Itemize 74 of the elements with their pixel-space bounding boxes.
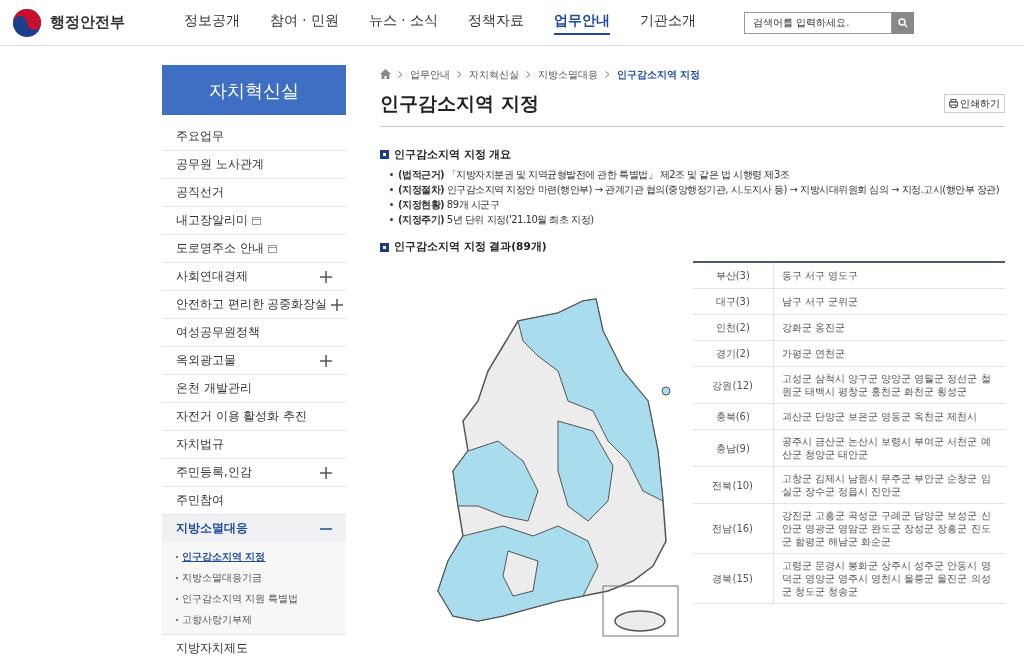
square-bullet-icon	[380, 149, 389, 159]
sidebar-item[interactable]: 지방소멸대응	[162, 515, 346, 542]
breadcrumb-link[interactable]: 인구감소지역 지정	[617, 66, 701, 82]
table-cell: 가평군 연천군	[773, 340, 1005, 367]
sidebar-item[interactable]: 온천 개발관리	[162, 375, 346, 402]
table-cell: 고성군 삼척시 양구군 양양군 영월군 정선군 철원군 태백시 평창군 홍천군 화천군 횡성군	[773, 366, 1005, 404]
sidebar-item[interactable]: 안전하고 편리한 공중화장실	[162, 291, 346, 318]
page-title: 인구감소지역 지정	[380, 91, 539, 116]
nav-link[interactable]: 정책자료	[467, 10, 524, 35]
sidebar-item[interactable]: 자치법규	[162, 431, 346, 458]
sidebar-item[interactable]: 주민등록,인감	[162, 459, 346, 486]
nav-link[interactable]: 뉴스 · 소식	[368, 10, 438, 35]
table-cell: 강화군 옹진군	[773, 314, 1005, 341]
breadcrumb-link[interactable]: 자치혁신실	[469, 66, 519, 82]
table-cell: 경북(15)	[693, 553, 773, 604]
chevron-right-icon	[526, 70, 531, 78]
nav-link[interactable]: 정보공개	[184, 10, 240, 35]
table-cell: 고창군 김제시 남원시 무주군 부안군 순창군 임실군 장수군 정읍시 진안군	[773, 466, 1005, 504]
sidebar-item[interactable]: 지방자치제도	[162, 635, 346, 658]
table-cell: 부산(3)	[693, 262, 773, 289]
bullet-text: (지정현황) 89개 시군구	[398, 198, 500, 213]
sidebar-item[interactable]: 주민참여	[162, 487, 346, 514]
search-button[interactable]	[892, 11, 914, 34]
sidebar-item[interactable]: 도로명주소 안내	[162, 235, 346, 262]
table-cell: 남구 서구 군위군	[773, 288, 1005, 315]
submenu-link[interactable]: 인구감소지역 지정	[176, 546, 332, 567]
nav-link[interactable]: 업무안내	[553, 10, 610, 35]
section-heading: 인구감소지역 지정 결과(89개)	[394, 239, 547, 255]
sidebar-item[interactable]: 주요업무	[162, 123, 346, 150]
table-cell: 대구(3)	[693, 288, 773, 315]
sidebar-item[interactable]: 여성공무원정책	[162, 319, 346, 346]
search-icon	[898, 17, 908, 28]
printer-icon	[949, 98, 958, 108]
sidebar-item[interactable]: 공무원 노사관계	[162, 151, 346, 178]
table-cell: 전남(16)	[693, 503, 773, 554]
emblem-icon	[12, 7, 42, 38]
sidebar-item[interactable]: 공직선거	[162, 179, 346, 206]
submenu-link[interactable]: 고향사랑기부제	[176, 609, 332, 630]
breadcrumb-link[interactable]: 업무안내	[410, 66, 450, 82]
sidebar-item[interactable]: 내고장알리미	[162, 207, 346, 234]
table-cell: 경기(2)	[693, 340, 773, 367]
nav-link[interactable]: 기관소개	[639, 10, 696, 35]
chevron-right-icon	[457, 70, 462, 78]
print-button[interactable]: 인쇄하기	[944, 93, 1005, 113]
search-field[interactable]: 검색어를 입력하세요.	[744, 11, 892, 34]
section-heading: 인구감소지역 지정 개요	[394, 146, 512, 162]
bullet-text: (지정절차) 인구감소지역 지정안 마련(행안부) → 관계기관 협의(중앙행정기관, 시.도지사 등) → 지방시대위원회 심의 → 지정.고시(행안부 장관)	[398, 183, 1000, 198]
table-cell: 충북(6)	[693, 403, 773, 430]
table-cell: 강진군 고흥군 곡성군 구례군 담양군 보성군 신안군 영광군 영암군 완도군 장성군 장흥군 진도군 함평군 해남군 화순군	[773, 503, 1005, 554]
new-window-icon	[267, 244, 277, 253]
sidebar-title: 자치혁신실	[162, 65, 346, 115]
table-cell: 충남(9)	[693, 429, 773, 467]
breadcrumb-link[interactable]: 지방소멸대응	[538, 66, 598, 82]
sidebar-item[interactable]: 사회연대경제	[162, 263, 346, 290]
sidebar-item[interactable]: 자전거 이용 활성화 추진	[162, 403, 346, 430]
square-bullet-icon	[380, 242, 389, 252]
chevron-right-icon	[605, 70, 610, 78]
nav-link[interactable]: 참여 · 민원	[270, 10, 339, 35]
sidebar-item[interactable]: 옥외광고물	[162, 347, 346, 374]
table-cell: 괴산군 단양군 보은군 영동군 옥천군 제천시	[773, 403, 1005, 430]
bullet-text: (법적근거) 「지방자치분권 및 지역균형발전에 관한 특별법」 제2조 및 같은 법 시행령 제3조	[398, 168, 790, 183]
submenu-link[interactable]: 지방소멸대응기금	[176, 567, 332, 588]
table-cell: 전북(10)	[693, 466, 773, 504]
home-icon	[380, 69, 391, 79]
bullet-text: (지정주기) 5년 단위 지정('21.10월 최초 지정)	[398, 213, 594, 228]
table-cell: 고령군 문경시 봉화군 상주시 성주군 안동시 영덕군 영양군 영주시 영천시 울릉군 울진군 의성군 청도군 청송군	[773, 553, 1005, 604]
table-cell: 공주시 금산군 논산시 보령시 부여군 서천군 예산군 청양군 태안군	[773, 429, 1005, 467]
submenu-link[interactable]: 인구감소지역 지원 특별법	[176, 588, 332, 609]
logo-text[interactable]: 행정안전부	[50, 11, 125, 34]
table-cell: 강원(12)	[693, 366, 773, 404]
new-window-icon	[252, 216, 261, 225]
chevron-right-icon	[398, 70, 403, 78]
table-cell: 동구 서구 영도구	[773, 262, 1005, 289]
table-cell: 인천(2)	[693, 314, 773, 341]
